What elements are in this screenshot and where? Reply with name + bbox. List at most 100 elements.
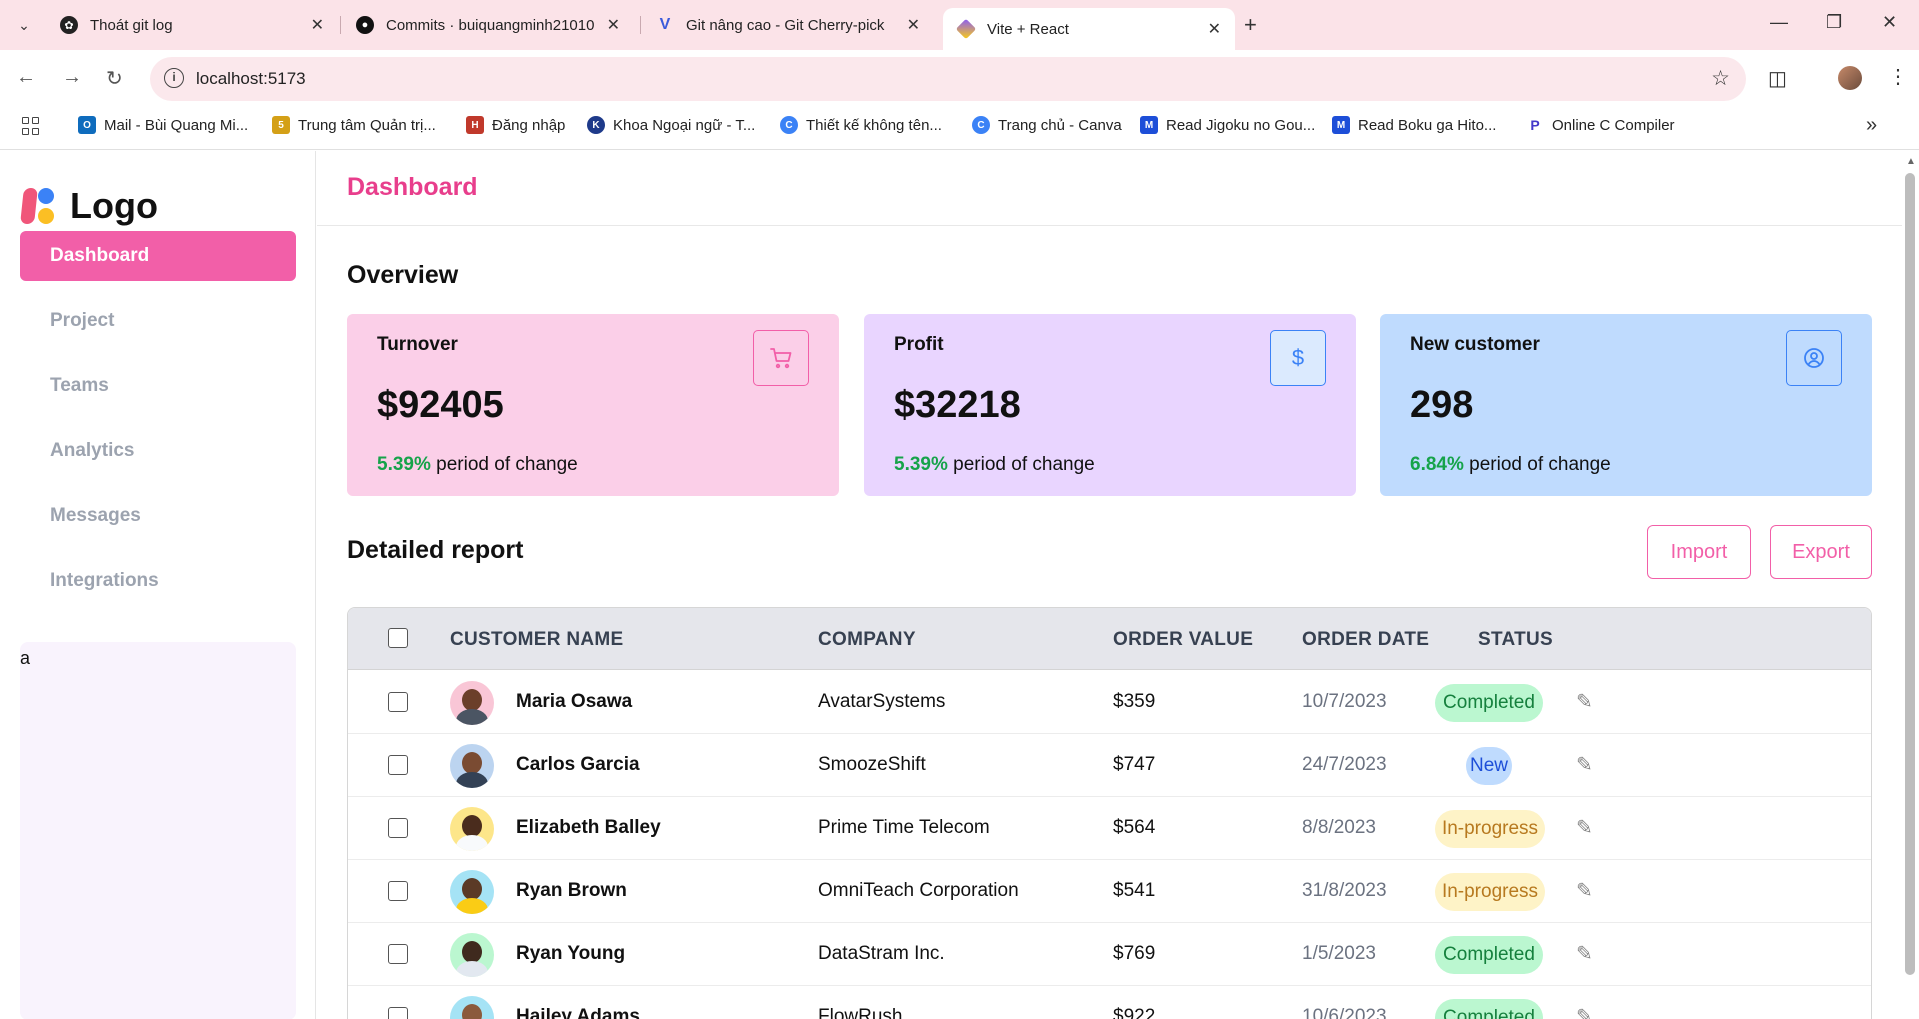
bookmark-item[interactable]: O Mail - Bùi Quang Mi...: [78, 116, 248, 134]
bookmark-item[interactable]: M Read Boku ga Hito...: [1332, 116, 1496, 134]
restore-icon[interactable]: ❐: [1826, 12, 1842, 33]
profile-avatar[interactable]: [1838, 66, 1862, 90]
sidebar-item-integrations[interactable]: Integrations: [20, 556, 296, 606]
order-value: $769: [1113, 943, 1156, 964]
table-row[interactable]: Ryan Brown OmniTeach Corporation $541 31…: [348, 860, 1871, 923]
scroll-up-arrow-icon[interactable]: ▲: [1906, 156, 1916, 167]
company-name: SmoozeShift: [818, 754, 926, 775]
table-header: CUSTOMER NAME COMPANY ORDER VALUE ORDER …: [348, 608, 1871, 670]
bookmark-label: Read Jigoku no Gou...: [1166, 116, 1316, 134]
order-value: $747: [1113, 754, 1156, 775]
profit-card: Profit $32218 5.39% period of change $: [864, 314, 1356, 496]
import-button[interactable]: Import: [1647, 525, 1751, 579]
edit-pencil-icon[interactable]: ✎: [1576, 878, 1593, 903]
close-tab-icon[interactable]: ✕: [1208, 19, 1221, 39]
more-bookmarks-icon[interactable]: »: [1866, 114, 1877, 137]
row-checkbox[interactable]: [388, 818, 408, 838]
row-checkbox[interactable]: [388, 692, 408, 712]
browser-menu-icon[interactable]: ⋮: [1888, 64, 1908, 89]
edit-pencil-icon[interactable]: ✎: [1576, 752, 1593, 777]
export-button[interactable]: Export: [1770, 525, 1872, 579]
change-label: period of change: [947, 454, 1095, 475]
column-header-status[interactable]: STATUS: [1478, 629, 1553, 651]
new-tab-plus-icon[interactable]: +: [1244, 12, 1257, 38]
table-row[interactable]: Hailey Adams FlowRush $922 10/6/2023 Com…: [348, 986, 1871, 1019]
change-percent: 5.39%: [377, 454, 431, 475]
sidebar-item-messages[interactable]: Messages: [20, 491, 296, 541]
tab-divider: [340, 16, 341, 34]
sidebar-item-analytics[interactable]: Analytics: [20, 426, 296, 476]
edit-pencil-icon[interactable]: ✎: [1576, 1004, 1593, 1019]
sidebar-item-project[interactable]: Project: [20, 296, 296, 346]
apps-grid-icon[interactable]: [22, 117, 40, 135]
bookmark-item[interactable]: C Trang chủ - Canva: [972, 116, 1122, 134]
browser-tab[interactable]: ✿ Thoát git log ✕: [46, 8, 338, 42]
close-tab-icon[interactable]: ✕: [311, 15, 324, 35]
v-logo-icon: V: [659, 16, 671, 33]
change-label: period of change: [430, 454, 578, 475]
card-change: 5.39% period of change: [894, 454, 1095, 476]
new-customer-card: New customer 298 6.84% period of change: [1380, 314, 1872, 496]
change-percent: 6.84%: [1410, 454, 1464, 475]
column-header-customer[interactable]: CUSTOMER NAME: [450, 629, 624, 651]
row-checkbox[interactable]: [388, 1007, 408, 1019]
company-name: DataStram Inc.: [818, 943, 945, 964]
bookmark-star-icon[interactable]: ☆: [1711, 66, 1730, 91]
avatar: [450, 744, 494, 788]
column-header-order-date[interactable]: ORDER DATE: [1302, 629, 1429, 651]
avatar: [450, 807, 494, 851]
minimize-icon[interactable]: —: [1770, 12, 1788, 33]
edit-pencil-icon[interactable]: ✎: [1576, 689, 1593, 714]
browser-tab[interactable]: V Git nâng cao - Git Cherry-pick ✕: [642, 8, 934, 42]
browser-tab[interactable]: ● Commits · buiquangminh21010 ✕: [342, 8, 634, 42]
close-tab-icon[interactable]: ✕: [907, 15, 920, 35]
bookmark-item[interactable]: H Đăng nhập: [466, 116, 565, 134]
manga-site-icon: M: [1140, 116, 1158, 134]
card-title: New customer: [1410, 334, 1540, 355]
site-info-icon[interactable]: i: [164, 68, 184, 88]
table-row[interactable]: Elizabeth Balley Prime Time Telecom $564…: [348, 797, 1871, 860]
table-row[interactable]: Maria Osawa AvatarSystems $359 10/7/2023…: [348, 671, 1871, 734]
sidebar-item-dashboard[interactable]: Dashboard: [20, 231, 296, 281]
company-name: Prime Time Telecom: [818, 817, 990, 838]
window-close-icon[interactable]: ✕: [1882, 12, 1897, 33]
close-tab-icon[interactable]: ✕: [607, 15, 620, 35]
table-row[interactable]: Carlos Garcia SmoozeShift $747 24/7/2023…: [348, 734, 1871, 797]
status-badge: Completed: [1435, 936, 1543, 974]
table-row[interactable]: Ryan Young DataStram Inc. $769 1/5/2023 …: [348, 923, 1871, 986]
page-scrollbar[interactable]: ▲: [1902, 151, 1919, 1019]
column-header-company[interactable]: COMPANY: [818, 629, 916, 651]
bookmark-item[interactable]: P Online C Compiler: [1526, 116, 1674, 134]
sidebar-item-teams[interactable]: Teams: [20, 361, 296, 411]
row-checkbox[interactable]: [388, 755, 408, 775]
browser-tab-active[interactable]: Vite + React ✕: [943, 8, 1235, 50]
company-name: OmniTeach Corporation: [818, 880, 1019, 901]
logo[interactable]: Logo: [20, 185, 158, 227]
column-header-order-value[interactable]: ORDER VALUE: [1113, 629, 1253, 651]
vite-icon: [955, 18, 977, 40]
scrollbar-thumb[interactable]: [1905, 173, 1915, 975]
edit-pencil-icon[interactable]: ✎: [1576, 941, 1593, 966]
select-all-checkbox[interactable]: [388, 628, 408, 648]
bookmark-item[interactable]: 5 Trung tâm Quản trị...: [272, 116, 436, 134]
github-icon: ●: [356, 16, 374, 34]
forward-arrow-icon[interactable]: →: [62, 66, 82, 89]
edit-pencil-icon[interactable]: ✎: [1576, 815, 1593, 840]
address-bar[interactable]: i localhost:5173 ☆: [150, 57, 1746, 101]
customer-name: Ryan Young: [516, 943, 626, 964]
user-circle-icon: [1786, 330, 1842, 386]
bookmark-item[interactable]: K Khoa Ngoại ngữ - T...: [587, 116, 755, 134]
avatar: [450, 933, 494, 977]
row-checkbox[interactable]: [388, 881, 408, 901]
bookmark-item[interactable]: M Read Jigoku no Gou...: [1140, 116, 1315, 134]
openai-icon: ✿: [60, 16, 78, 34]
back-arrow-icon[interactable]: ←: [16, 66, 36, 89]
tab-search-chevron-icon[interactable]: ⌄: [12, 13, 36, 37]
url-text[interactable]: localhost:5173: [196, 69, 306, 89]
bookmark-label: Thiết kế không tên...: [806, 116, 942, 134]
order-value: $541: [1113, 880, 1156, 901]
reload-icon[interactable]: ↻: [106, 66, 123, 91]
extensions-puzzle-icon[interactable]: ◫: [1768, 66, 1787, 91]
bookmark-item[interactable]: C Thiết kế không tên...: [780, 116, 942, 134]
row-checkbox[interactable]: [388, 944, 408, 964]
